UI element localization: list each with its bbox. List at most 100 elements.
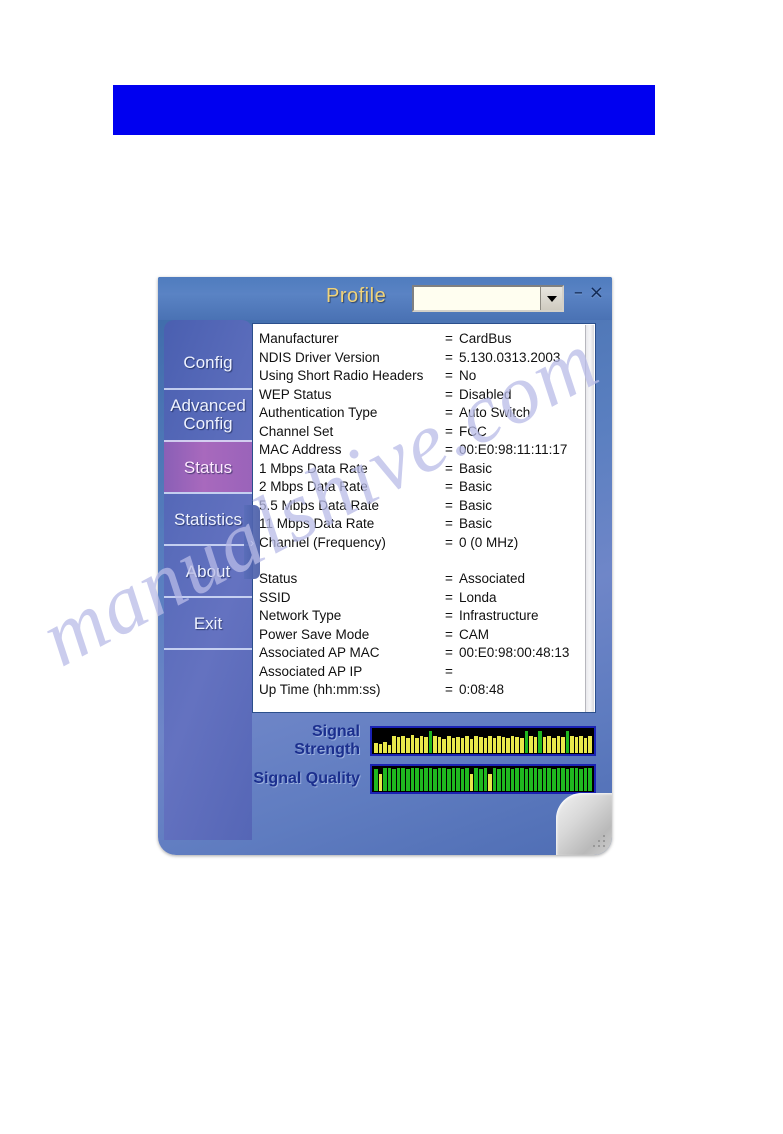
status-row-value bbox=[459, 552, 595, 570]
signal-bar bbox=[424, 737, 428, 753]
signal-bar bbox=[396, 737, 401, 753]
sidebar-item-exit[interactable]: Exit bbox=[164, 596, 252, 648]
status-row-value: CAM bbox=[459, 626, 489, 642]
signal-bar bbox=[583, 767, 588, 791]
signal-bar bbox=[447, 736, 451, 753]
status-row-equals: = bbox=[445, 645, 453, 660]
signal-bar bbox=[570, 767, 574, 791]
status-row-equals: = bbox=[445, 608, 453, 623]
top-blue-banner bbox=[113, 85, 655, 135]
status-row-value: 00:E0:98:11:11:17 bbox=[459, 442, 568, 457]
status-row-equals: = bbox=[445, 571, 453, 586]
sidebar-collapse-handle[interactable]: › bbox=[244, 505, 260, 579]
signal-bar bbox=[410, 735, 415, 753]
status-row-value: Basic bbox=[459, 497, 493, 513]
signal-bar bbox=[488, 736, 492, 753]
status-row-value: Auto Switch bbox=[459, 405, 531, 420]
sidebar-item-statistics[interactable]: Statistics bbox=[164, 492, 252, 544]
signal-bar bbox=[405, 768, 410, 791]
status-row-value: FCC bbox=[459, 423, 487, 439]
signal-bar bbox=[456, 768, 460, 791]
signal-bar bbox=[428, 730, 433, 753]
signal-bar bbox=[474, 736, 478, 753]
status-row-key: Associated AP MAC bbox=[259, 645, 380, 660]
signal-bar bbox=[533, 736, 538, 753]
status-row: Up Time (hh:mm:ss) = 0:08:48 bbox=[256, 681, 595, 700]
signal-bar bbox=[383, 767, 387, 791]
status-row-equals: = bbox=[445, 626, 453, 642]
status-row-equals: = bbox=[445, 423, 453, 439]
status-row-equals: = bbox=[445, 331, 453, 346]
status-row-equals: = bbox=[445, 534, 453, 550]
status-row: 5.5 Mbps Data Rate = Basic bbox=[256, 497, 595, 516]
signal-bar bbox=[387, 768, 392, 791]
signal-bar bbox=[524, 731, 529, 753]
signal-bar bbox=[415, 738, 419, 753]
chevron-down-icon[interactable] bbox=[540, 287, 562, 310]
minimize-button[interactable]: – bbox=[574, 284, 583, 302]
wireless-utility-window: Profile – × Config Advanced Config Statu… bbox=[158, 277, 612, 855]
signal-strength-label: Signal Strength bbox=[294, 723, 360, 758]
status-row-equals: = bbox=[445, 368, 453, 383]
window-body: Profile – × Config Advanced Config Statu… bbox=[158, 277, 612, 855]
signal-bar bbox=[520, 768, 524, 791]
status-row-equals: = bbox=[445, 589, 453, 605]
signal-bar bbox=[510, 768, 515, 791]
status-row: Authentication Type = Auto Switch bbox=[256, 404, 595, 423]
sidebar-item-config[interactable]: Config bbox=[164, 336, 252, 388]
vertical-scrollbar[interactable] bbox=[585, 325, 594, 712]
status-row-value: 5.130.0313.2003 bbox=[459, 349, 561, 365]
signal-bar bbox=[538, 768, 542, 791]
signal-bar bbox=[437, 737, 442, 753]
signal-bar bbox=[501, 767, 506, 791]
status-row-value: Infrastructure bbox=[459, 608, 539, 623]
signal-bar bbox=[574, 768, 579, 791]
profile-label: Profile bbox=[326, 285, 387, 307]
sidebar-item-advanced-config[interactable]: Advanced Config bbox=[164, 388, 252, 440]
window-controls: – × bbox=[574, 284, 604, 302]
signal-bar bbox=[574, 737, 579, 753]
sidebar-nav: Config Advanced Config Status Statistics… bbox=[164, 320, 252, 840]
signal-bar bbox=[492, 768, 497, 791]
profile-select-value[interactable] bbox=[414, 287, 540, 310]
status-row-key: SSID bbox=[259, 589, 291, 605]
status-row: 1 Mbps Data Rate = Basic bbox=[256, 460, 595, 479]
signal-bar bbox=[510, 736, 515, 753]
signal-bar bbox=[465, 735, 469, 753]
status-row-value: Associated bbox=[459, 571, 526, 586]
status-info-panel: Manufacturer = CardBus NDIS Driver Version =… bbox=[252, 323, 596, 713]
profile-select[interactable] bbox=[412, 285, 564, 312]
status-info-table: Manufacturer = CardBus NDIS Driver Version =… bbox=[253, 324, 595, 700]
signal-bar bbox=[451, 738, 456, 753]
signal-bar bbox=[392, 768, 396, 791]
signal-bar bbox=[533, 768, 538, 791]
signal-quality-row: Signal Quality bbox=[252, 763, 596, 795]
status-row-value: Disabled bbox=[459, 386, 512, 402]
status-row: 2 Mbps Data Rate = Basic bbox=[256, 478, 595, 497]
status-row: MAC Address = 00:E0:98:11:11:17 bbox=[256, 441, 595, 460]
signal-bar bbox=[447, 768, 451, 791]
sidebar-item-about[interactable]: About bbox=[164, 544, 252, 596]
signal-bar bbox=[442, 768, 446, 791]
signal-bar bbox=[401, 768, 405, 791]
signal-bar bbox=[419, 736, 424, 753]
status-row-key: Channel Set bbox=[259, 423, 334, 439]
resize-grip[interactable] bbox=[556, 793, 612, 855]
signal-bar bbox=[515, 767, 519, 791]
status-row: Associated AP IP = bbox=[256, 663, 595, 682]
signal-bar bbox=[442, 739, 446, 753]
sidebar-item-status[interactable]: Status bbox=[164, 440, 252, 492]
signal-bar bbox=[424, 767, 428, 791]
status-row-key: WEP Status bbox=[259, 386, 332, 402]
status-row-value: Basic bbox=[459, 479, 493, 494]
title-bar: Profile – × bbox=[158, 277, 612, 320]
status-row-key: Authentication Type bbox=[259, 405, 378, 420]
status-row-value bbox=[459, 663, 595, 682]
status-row-value: Basic bbox=[459, 516, 493, 531]
signal-bar bbox=[456, 736, 460, 753]
status-row: Power Save Mode = CAM bbox=[256, 626, 595, 645]
signal-bar bbox=[583, 737, 588, 753]
close-button[interactable]: × bbox=[589, 284, 604, 302]
status-row-key: 11 Mbps Data Rate bbox=[259, 516, 375, 531]
signal-bar bbox=[497, 768, 501, 791]
